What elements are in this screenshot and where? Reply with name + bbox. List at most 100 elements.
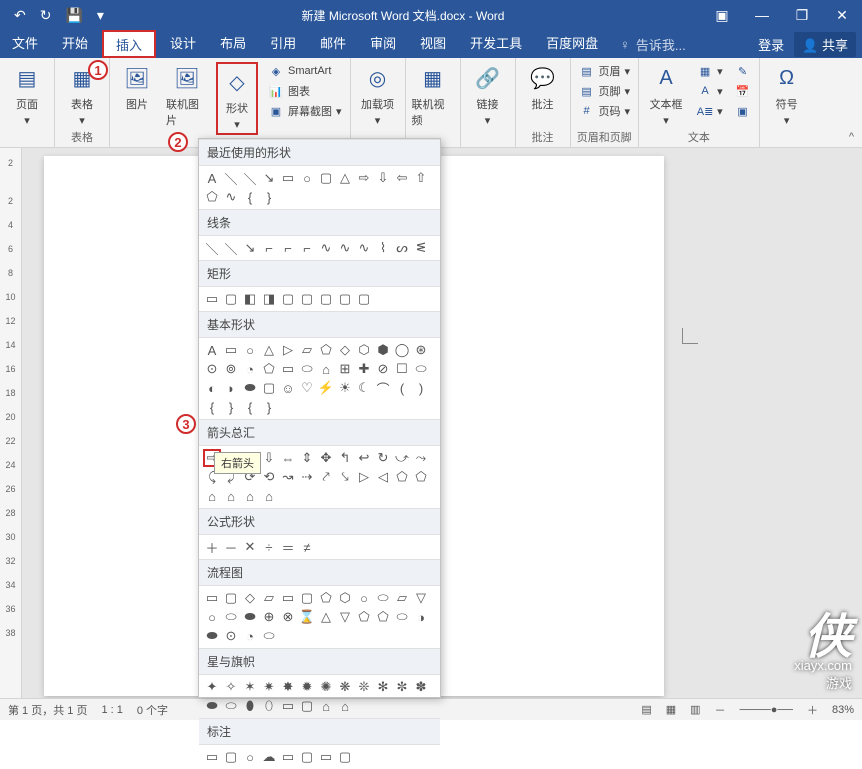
shape-b29[interactable]: ☺ (279, 379, 297, 397)
shape-s5[interactable]: ✸ (279, 678, 297, 696)
shape-f16[interactable]: ⊕ (260, 608, 278, 626)
shape-f5[interactable]: ▭ (279, 589, 297, 607)
shape-line-c[interactable]: ↘ (241, 239, 259, 257)
shape-b34[interactable]: ⌒ (374, 379, 392, 397)
online-video-button[interactable]: ▦ 联机视频 (412, 62, 454, 128)
tell-me-search[interactable]: ♀ 告诉我... (610, 35, 758, 54)
links-button[interactable]: 🔗 链接 ▾ (467, 62, 509, 127)
shape-s13[interactable]: ⬬ (203, 697, 221, 715)
pictures-button[interactable]: 🖼 图片 (116, 62, 158, 112)
shape-f7[interactable]: ⬠ (317, 589, 335, 607)
shape-multiply[interactable]: ✕ (241, 538, 259, 556)
shape-b36[interactable]: ) (412, 379, 430, 397)
document-area[interactable] (22, 148, 862, 698)
view-print-icon[interactable]: ▦ (666, 703, 676, 716)
ribbon-options-icon[interactable]: ▣ (702, 7, 742, 24)
shape-s2[interactable]: ✧ (222, 678, 240, 696)
shape-uturn-arrow[interactable]: ↩ (355, 449, 373, 467)
share-button[interactable]: 👤 共享 (794, 32, 856, 57)
shape-b4[interactable]: △ (260, 341, 278, 359)
shape-arrow2[interactable]: ⇩ (374, 169, 392, 187)
shape-s1[interactable]: ✦ (203, 678, 221, 696)
screenshot-button[interactable]: ▣屏幕截图 ▾ (266, 102, 344, 120)
symbol-button[interactable]: Ω 符号 ▾ (766, 62, 808, 127)
shape-divide[interactable]: ÷ (260, 538, 278, 556)
shape-b2[interactable]: ▭ (222, 341, 240, 359)
shape-s11[interactable]: ✼ (393, 678, 411, 696)
shape-elbow-a[interactable]: ⌐ (260, 239, 278, 257)
shape-b15[interactable]: ◔ (241, 360, 259, 378)
shapes-button[interactable]: ◇ 形状 ▾ (216, 62, 258, 135)
object-button[interactable]: ▣ (733, 102, 753, 120)
shape-b33[interactable]: ☾ (355, 379, 373, 397)
save-icon[interactable]: 💾 (65, 7, 82, 24)
shape-f22[interactable]: ⬠ (374, 608, 392, 626)
shape-b10[interactable]: ⬢ (374, 341, 392, 359)
shape-b25[interactable]: ◐ (203, 379, 221, 397)
shape-rect2[interactable]: ▢ (222, 290, 240, 308)
shape-f10[interactable]: ⬭ (374, 589, 392, 607)
dropcap-button[interactable]: A≣▾ (695, 102, 725, 120)
shape-a23[interactable]: ⬠ (393, 468, 411, 486)
shape-c6[interactable]: ▢ (298, 748, 316, 766)
shape-line[interactable]: ＼ (222, 169, 240, 187)
shape-arrow[interactable]: ⇨ (355, 169, 373, 187)
shape-scribble2[interactable]: ᓬ (412, 239, 430, 257)
shape-c1[interactable]: ▭ (203, 748, 221, 766)
restore-icon[interactable]: ❐ (782, 7, 822, 24)
shape-c8[interactable]: ▢ (336, 748, 354, 766)
shape-arrow3[interactable]: ⇦ (393, 169, 411, 187)
shape-b39[interactable]: { (241, 398, 259, 416)
shape-b24[interactable]: ⬭ (412, 360, 430, 378)
shape-b19[interactable]: ⌂ (317, 360, 335, 378)
shape-b28[interactable]: ▢ (260, 379, 278, 397)
tab-review[interactable]: 审阅 (358, 30, 408, 58)
tab-mailings[interactable]: 邮件 (308, 30, 358, 58)
shape-f15[interactable]: ⬬ (241, 608, 259, 626)
shape-f20[interactable]: ▽ (336, 608, 354, 626)
textbox-button[interactable]: A 文本框 ▾ (645, 62, 687, 127)
shape-f14[interactable]: ⬭ (222, 608, 240, 626)
shape-f25[interactable]: ⬬ (203, 627, 221, 645)
tab-home[interactable]: 开始 (50, 30, 100, 58)
wordart-button[interactable]: A▾ (695, 82, 725, 100)
shape-quad-arrow[interactable]: ✥ (317, 449, 335, 467)
shape-f2[interactable]: ▢ (222, 589, 240, 607)
shape-b40[interactable]: } (260, 398, 278, 416)
shape-s6[interactable]: ✹ (298, 678, 316, 696)
undo-icon[interactable]: ↶ (14, 7, 26, 24)
tab-layout[interactable]: 布局 (208, 30, 258, 58)
view-readmode-icon[interactable]: ▤ (641, 703, 651, 716)
shape-b21[interactable]: ✚ (355, 360, 373, 378)
zoom-level[interactable]: 83% (832, 704, 854, 716)
header-button[interactable]: ▤页眉 ▾ (577, 62, 633, 80)
pagenum-button[interactable]: #页码 ▾ (577, 102, 633, 120)
chart-button[interactable]: 📊图表 (266, 82, 344, 100)
shape-f18[interactable]: ⌛ (298, 608, 316, 626)
login-link[interactable]: 登录 (758, 35, 784, 54)
shape-striped-arrow[interactable]: ⤳ (412, 449, 430, 467)
shape-a25[interactable]: ⌂ (203, 487, 221, 505)
shape-curved-arrow[interactable]: ↻ (374, 449, 392, 467)
shape-f12[interactable]: ▽ (412, 589, 430, 607)
pages-button[interactable]: ▤ 页面 ▾ (6, 62, 48, 127)
shape-roundrect[interactable]: ▢ (317, 169, 335, 187)
collapse-ribbon-icon[interactable]: ^ (849, 131, 854, 143)
shape-textbox[interactable]: A (203, 169, 221, 187)
status-page[interactable]: 第 1 页，共 1 页 (8, 702, 87, 718)
view-web-icon[interactable]: ▥ (690, 703, 700, 716)
shape-curve[interactable]: ∿ (222, 188, 240, 206)
shape-line-b[interactable]: ＼ (222, 239, 240, 257)
shape-f6[interactable]: ▢ (298, 589, 316, 607)
shape-brace-l[interactable]: { (241, 188, 259, 206)
shape-b38[interactable]: } (222, 398, 240, 416)
shape-s16[interactable]: ⬯ (260, 697, 278, 715)
signature-button[interactable]: ✎ (733, 62, 753, 80)
tab-baidu[interactable]: 百度网盘 (534, 30, 610, 58)
shape-minus[interactable]: － (222, 538, 240, 556)
shape-plus[interactable]: ＋ (203, 538, 221, 556)
shape-a17[interactable]: ↝ (279, 468, 297, 486)
shape-ud-arrow[interactable]: ⇕ (298, 449, 316, 467)
shape-f13[interactable]: ○ (203, 608, 221, 626)
shape-b13[interactable]: ⊙ (203, 360, 221, 378)
